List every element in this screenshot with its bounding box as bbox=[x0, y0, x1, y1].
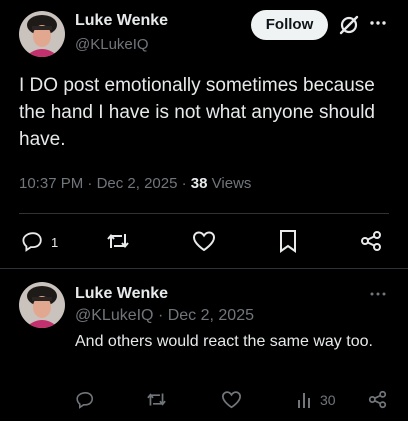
reply-share-icon[interactable] bbox=[368, 390, 387, 409]
grok-icon[interactable] bbox=[338, 14, 360, 36]
meta-separator: · bbox=[83, 175, 97, 192]
views-label: Views bbox=[211, 175, 252, 192]
views-icon[interactable] bbox=[296, 391, 314, 409]
bookmark-icon[interactable] bbox=[278, 229, 298, 253]
meta-separator: · bbox=[153, 307, 168, 324]
reply-text: And others would react the same way too. bbox=[75, 333, 373, 350]
reply-author-handle[interactable]: @KLukeIQ bbox=[75, 307, 154, 324]
tweet-time[interactable]: 10:37 PM bbox=[19, 175, 83, 192]
share-icon[interactable] bbox=[360, 230, 382, 252]
reply-author-name[interactable]: Luke Wenke bbox=[75, 285, 168, 303]
divider bbox=[19, 213, 389, 214]
meta-separator: · bbox=[177, 175, 191, 192]
follow-button[interactable]: Follow bbox=[251, 10, 328, 40]
tweet-meta: 10:37 PM · Dec 2, 2025 · 38 Views bbox=[19, 175, 251, 192]
reply-count: 1 bbox=[51, 235, 59, 250]
avatar[interactable] bbox=[19, 11, 65, 57]
reply-avatar[interactable] bbox=[19, 282, 65, 328]
reply-like-icon[interactable] bbox=[221, 390, 242, 409]
reply-reply-icon[interactable] bbox=[76, 390, 95, 409]
like-icon[interactable] bbox=[192, 230, 216, 252]
more-icon[interactable] bbox=[369, 18, 387, 28]
author-handle[interactable]: @KLukeIQ bbox=[75, 36, 149, 53]
tweet-text: I DO post emotionally sometimes because … bbox=[19, 75, 375, 150]
reply-icon[interactable] bbox=[22, 230, 44, 252]
reply-meta: @KLukeIQ · Dec 2, 2025 bbox=[75, 307, 254, 325]
views-count: 38 bbox=[190, 175, 208, 192]
reply-views-count: 30 bbox=[320, 392, 336, 408]
tweet-date[interactable]: Dec 2, 2025 bbox=[97, 175, 178, 192]
repost-icon[interactable] bbox=[106, 230, 130, 252]
reply-date[interactable]: Dec 2, 2025 bbox=[168, 307, 254, 324]
section-divider bbox=[0, 268, 408, 269]
reply-more-icon[interactable] bbox=[369, 289, 387, 299]
reply-repost-icon[interactable] bbox=[146, 390, 167, 409]
author-name[interactable]: Luke Wenke bbox=[75, 12, 168, 30]
